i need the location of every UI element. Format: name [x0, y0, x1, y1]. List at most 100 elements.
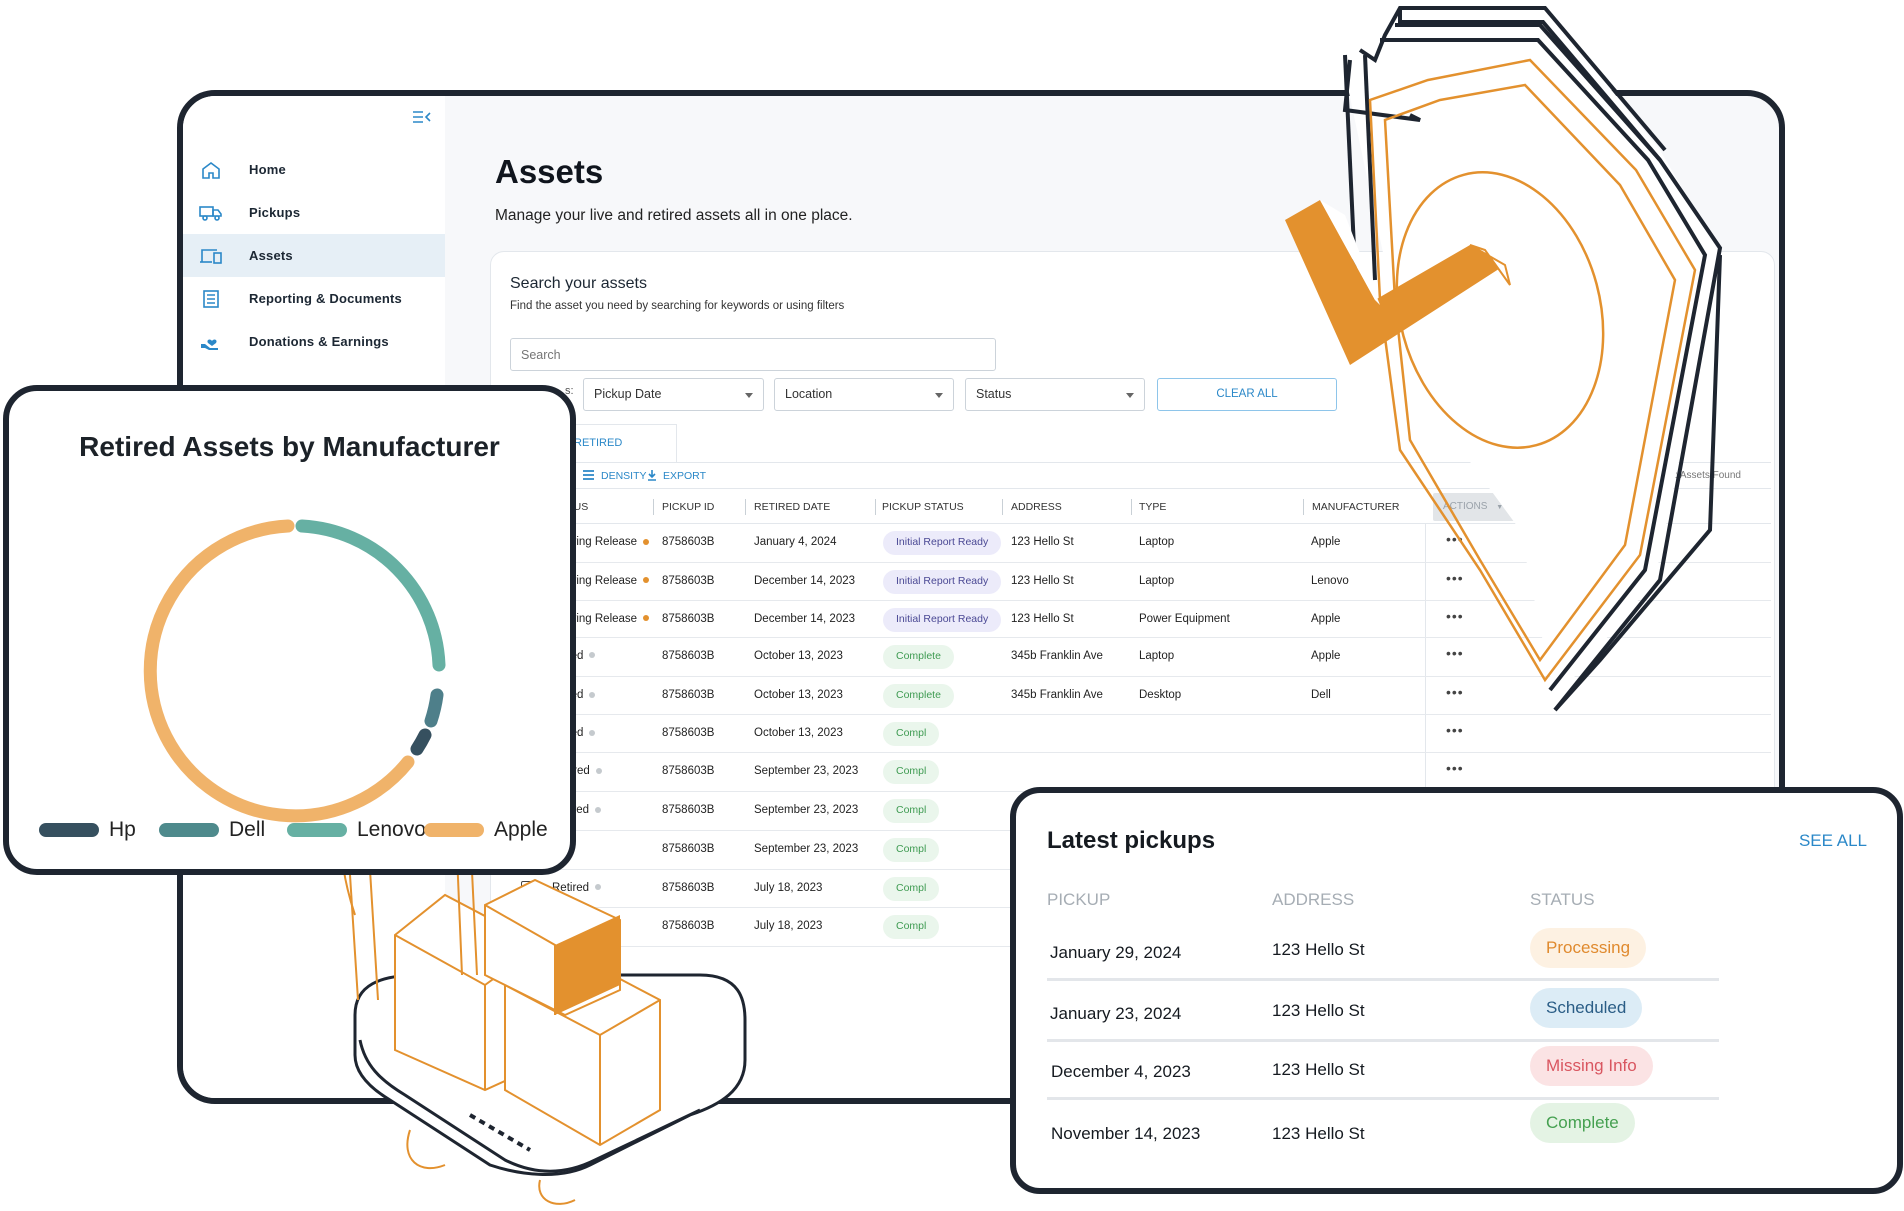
filter-status[interactable]: Status — [965, 378, 1145, 411]
cell-pickup-id: 8758603B — [662, 920, 715, 932]
actions-button[interactable]: ACTIONS ▼ — [1433, 493, 1515, 521]
sidebar-item-home[interactable]: Home — [183, 148, 445, 191]
table-row[interactable]: tired8758603BOctober 13, 2023Complete345… — [491, 677, 1771, 715]
status-dot — [589, 652, 596, 659]
see-all-link[interactable]: SEE ALL — [1799, 831, 1867, 851]
status-badge: Missing Info — [1530, 1046, 1653, 1086]
col-manufacturer[interactable]: MANUFACTURER — [1312, 501, 1400, 513]
sidebar-item-donations[interactable]: Donations & Earnings — [183, 320, 445, 363]
col-retired-date[interactable]: RETIRED DATE — [754, 501, 830, 513]
status-dot — [595, 806, 602, 813]
cell-pickup-status: Compl — [883, 837, 940, 862]
legend-swatch — [39, 823, 99, 837]
sidebar-item-assets[interactable]: Assets — [183, 234, 445, 277]
row-checkbox[interactable] — [521, 880, 535, 895]
filter-value: Pickup Date — [594, 387, 662, 401]
col-address[interactable]: ADDRESS — [1011, 501, 1062, 513]
column-divider — [1002, 499, 1003, 515]
cell-status: Retired — [552, 882, 602, 894]
cell-retired-date: January 4, 2024 — [754, 536, 837, 548]
legend-swatch — [287, 823, 347, 837]
cell-pickup-id: 8758603B — [662, 536, 715, 548]
col-pickup-status[interactable]: PICKUP STATUS — [882, 501, 964, 513]
status-dot — [595, 922, 602, 929]
actions-column-divider — [1425, 637, 1426, 676]
pickup-row[interactable]: January 29, 2024 123 Hello St Processing — [1047, 923, 1719, 981]
filter-value: Status — [976, 387, 1012, 401]
row-checkbox[interactable] — [521, 919, 535, 933]
more-actions-icon[interactable]: ••• — [1446, 684, 1464, 700]
legend-label: Apple — [494, 818, 548, 841]
cell-type: Power Equipment — [1139, 612, 1230, 625]
cell-retired-date: July 18, 2023 — [754, 920, 823, 932]
cell-pickup-id: 8758603B — [662, 804, 715, 816]
cell-pickup-status: Initial Report Ready — [883, 569, 1002, 594]
status-dot — [589, 691, 596, 698]
legend-item-hp: Hp — [39, 818, 136, 842]
status-text: Retired — [552, 920, 590, 932]
pickup-row[interactable]: January 23, 2024 123 Hello St Scheduled — [1047, 984, 1719, 1042]
legend-swatch — [424, 823, 484, 837]
table-row[interactable]: rifying Release 8758603B December 14, 2023… — [491, 600, 1771, 638]
search-input[interactable] — [510, 338, 996, 371]
cell-pickup-id: 8758603B — [662, 765, 715, 777]
column-divider — [653, 499, 654, 515]
cell-pickup-status: Initial Report Ready — [883, 607, 1002, 632]
more-actions-icon[interactable]: ••• — [1446, 531, 1464, 547]
cell-retired-date: September 23, 2023 — [754, 804, 859, 816]
menu-collapse-icon[interactable] — [410, 108, 432, 126]
actions-column-divider — [1425, 677, 1426, 714]
status-dot — [589, 729, 596, 736]
cell-type: Laptop — [1139, 536, 1175, 548]
actions-label: ACTIONS — [1443, 501, 1488, 512]
cell-pickup-id: 8758603B — [662, 649, 715, 662]
column-divider — [1303, 499, 1304, 515]
density-icon[interactable] — [583, 470, 594, 483]
column-divider — [1131, 499, 1132, 515]
table-row[interactable]: rifying Release 8758603B January 4, 2024 In… — [491, 524, 1771, 563]
legend-label: Hp — [109, 818, 136, 841]
cell-retired-date: September 23, 2023 — [754, 842, 859, 855]
more-actions-icon[interactable]: ••• — [1446, 760, 1464, 776]
pickups-col-status: STATUS — [1530, 890, 1595, 909]
column-divider — [875, 499, 876, 515]
sidebar-item-label: Assets — [249, 248, 293, 263]
more-actions-icon[interactable]: ••• — [1446, 570, 1464, 586]
table-row[interactable]: rifying Release 8758603B December 14, 2023… — [491, 562, 1771, 601]
actions-column-divider — [1425, 524, 1426, 562]
pickups-col-pickup: PICKUP — [1047, 890, 1111, 909]
col-type[interactable]: TYPE — [1139, 501, 1166, 513]
legend-label: Lenovo — [357, 818, 426, 841]
filter-pickup-date[interactable]: Pickup Date — [583, 378, 764, 411]
sidebar-item-pickups[interactable]: Pickups — [183, 191, 445, 234]
cell-retired-date: October 13, 2023 — [754, 649, 843, 662]
table-toolbar: NS DENSITY EXPORT 222 Assets Found — [491, 462, 1771, 488]
pickup-row[interactable]: November 14, 2023 123 Hello St Complete — [1047, 1102, 1719, 1160]
table-row[interactable]: tired8758603BOctober 13, 2023Complete345… — [491, 637, 1771, 677]
more-actions-icon[interactable]: ••• — [1446, 608, 1464, 624]
clear-all-button[interactable]: CLEAR ALL — [1157, 378, 1337, 411]
cell-pickup-id: 8758603B — [662, 881, 715, 894]
table-row[interactable]: tired8758603BOctober 13, 2023Compl••• — [491, 715, 1771, 753]
sidebar-item-label: Reporting & Documents — [249, 291, 402, 306]
more-actions-icon[interactable]: ••• — [1446, 645, 1464, 661]
cell-manufacturer: Apple — [1311, 536, 1341, 548]
export-button[interactable]: EXPORT — [663, 470, 706, 482]
download-icon[interactable] — [647, 470, 657, 484]
pickup-row[interactable]: December 4, 2023 123 Hello St Missing In… — [1047, 1042, 1719, 1100]
chevron-down-icon: ▼ — [1496, 504, 1504, 511]
document-list-icon — [197, 288, 225, 310]
search-card-title: Search your assets — [510, 275, 647, 292]
filter-location[interactable]: Location — [774, 378, 954, 411]
donut-segment-lenovo — [424, 688, 444, 728]
cell-pickup-status: Initial Report Ready — [883, 531, 1002, 555]
status-dot — [643, 615, 650, 622]
legend-item-dell: Dell — [159, 818, 265, 842]
sidebar-item-reporting[interactable]: Reporting & Documents — [183, 277, 445, 320]
density-button[interactable]: DENSITY — [601, 470, 647, 482]
status-dot — [595, 884, 602, 891]
latest-pickups-card: Latest pickups SEE ALL PICKUP ADDRESS ST… — [1010, 787, 1903, 1194]
more-actions-icon[interactable]: ••• — [1446, 722, 1464, 738]
status-badge: Complete — [1530, 1103, 1635, 1143]
col-pickup-id[interactable]: PICKUP ID — [662, 501, 714, 513]
